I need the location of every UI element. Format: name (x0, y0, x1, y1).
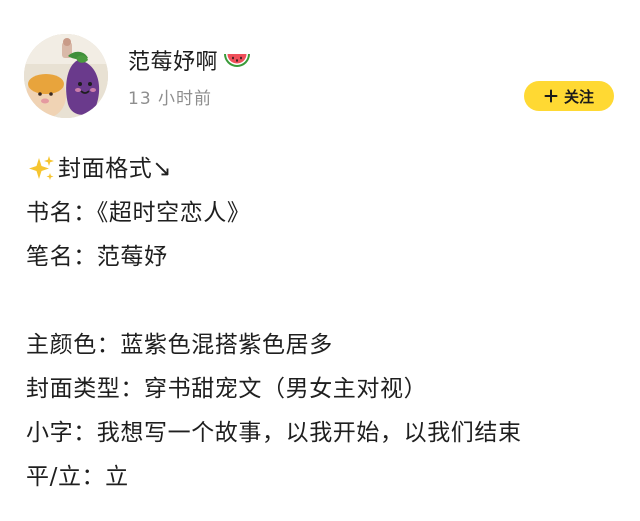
username-row: 范莓妤啊 (128, 44, 252, 76)
pen-name-line: 笔名：范莓妤 (26, 244, 168, 270)
post-heading: 封面格式↘ (26, 147, 626, 191)
post-timestamp: 13 小时前 (128, 89, 213, 109)
book-title-line: 书名：《超时空恋人》 (26, 200, 251, 226)
post-content: 封面格式↘ 书名：《超时空恋人》 笔名：范莓妤 主颜色：蓝紫色混搭紫色居多 封面… (26, 147, 626, 499)
sparkles-icon (26, 154, 56, 184)
post-heading-text: 封面格式↘ (58, 156, 173, 182)
cover-type-line: 封面类型：穿书甜宠文（男女主对视） (26, 376, 428, 402)
orientation-line: 平/立：立 (26, 464, 129, 490)
watermelon-icon (222, 48, 252, 72)
username[interactable]: 范莓妤啊 (128, 44, 218, 76)
follow-button[interactable]: 关注 (524, 81, 614, 111)
avatar[interactable] (24, 34, 108, 118)
plus-icon (544, 89, 558, 103)
post-card: 范莓妤啊 13 小时前 关注 封面格式↘ 书名：《超时空恋人》 笔名：范莓妤 主… (0, 0, 640, 521)
avatar-image (24, 34, 108, 118)
small-text-line: 小字：我想写一个故事，以我开始，以我们结束 (26, 420, 522, 446)
follow-label: 关注 (563, 87, 594, 106)
main-color-line: 主颜色：蓝紫色混搭紫色居多 (26, 332, 333, 358)
